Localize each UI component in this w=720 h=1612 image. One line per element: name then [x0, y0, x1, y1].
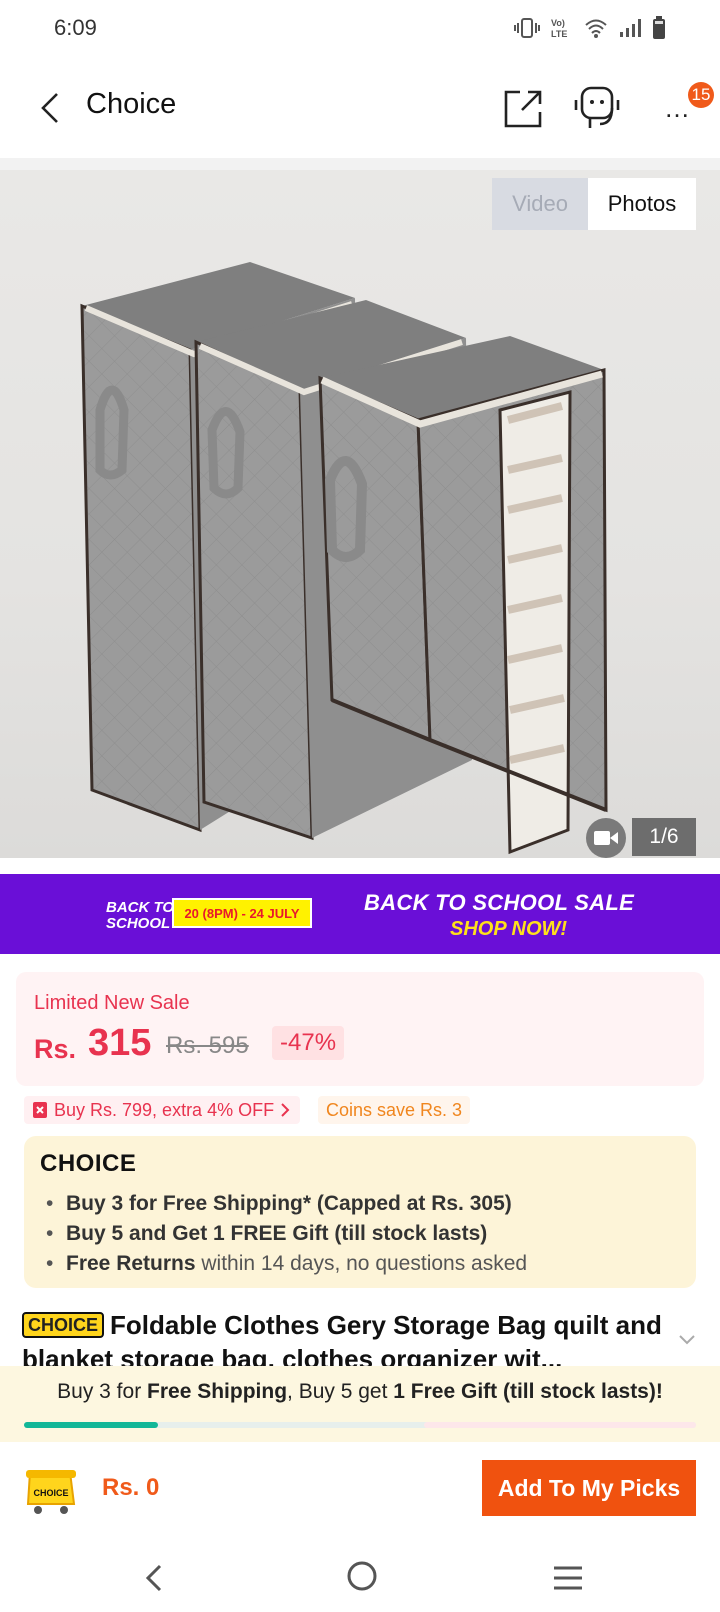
promo-banner[interactable]: BACK TO SCHOOL 20 (8PM) - 24 JULY BACK T… [0, 874, 720, 954]
extra-discount-text: Buy Rs. 799, extra 4% OFF [54, 1099, 275, 1120]
add-to-picks-button[interactable]: Add To My Picks [482, 1460, 696, 1516]
product-image-gallery[interactable]: Video Photos 1/6 [0, 170, 720, 858]
tab-photos[interactable]: Photos [588, 178, 696, 230]
media-toggle: Video Photos [492, 178, 696, 230]
promo-cta: SHOP NOW! [450, 918, 568, 940]
progress-gift-segment [424, 1422, 696, 1428]
promo-title: BACK TO SCHOOL SALE [364, 890, 635, 915]
sale-label: Limited New Sale [34, 992, 190, 1014]
signal-icon [620, 19, 641, 37]
share-button[interactable] [502, 86, 546, 130]
play-video-button[interactable] [586, 818, 626, 858]
choice-cart-button[interactable]: CHOICE [24, 1466, 78, 1516]
promo-logo-line1: BACK TO [106, 899, 175, 916]
choice-benefits-card: CHOICE • Buy 3 for Free Shipping* (Capped… [24, 1136, 696, 1288]
tab-video[interactable]: Video [492, 178, 588, 230]
status-bar: 6:09 Vo) LTE [0, 0, 720, 56]
nav-home-icon [347, 1561, 377, 1591]
progress-fill [24, 1422, 159, 1428]
product-photo [80, 262, 608, 855]
shipping-progress-bar [24, 1422, 696, 1428]
benefit-item: • Buy 3 for Free Shipping* (Capped at Rs.… [46, 1192, 512, 1215]
product-title[interactable]: CHOICE Foldable Clothes Gery Storage Bag … [22, 1308, 682, 1368]
promo-dates: 20 (8PM) - 24 JULY [172, 898, 312, 928]
shipping-message: Buy 3 for Free Shipping, Buy 5 get 1 Fre… [0, 1380, 720, 1404]
benefit-item: • Free Returns within 14 days, no questio… [46, 1252, 528, 1275]
cart-total: Rs. 0 [102, 1474, 160, 1501]
benefit-text: Buy 3 for Free Shipping* (Capped at Rs. … [66, 1192, 512, 1215]
svg-text:Vo): Vo) [551, 18, 565, 28]
cart-label: CHOICE [33, 1488, 68, 1498]
app-header: Choice … 15 [0, 72, 720, 144]
promo-logo: BACK TO SCHOOL [106, 900, 174, 932]
image-counter: 1/6 [632, 818, 696, 856]
wifi-icon [585, 19, 607, 38]
coupon-icon [33, 1102, 47, 1118]
promo-logo-line2: SCHOOL [106, 915, 171, 932]
chevron-left-icon [41, 93, 58, 123]
nav-menu-icon [554, 1566, 582, 1590]
nav-back-button[interactable] [136, 1558, 176, 1598]
price-current: 315 [88, 1022, 152, 1064]
shipping-text: Buy 3 for [57, 1380, 148, 1403]
coins-tag: Coins save Rs. 3 [318, 1096, 471, 1124]
chevron-right-icon [281, 1103, 290, 1117]
price-currency: Rs. [34, 1034, 77, 1064]
benefit-item: • Buy 5 and Get 1 FREE Gift (till stock l… [46, 1222, 488, 1245]
price-original: Rs. 595 [166, 1032, 249, 1059]
price-card: Limited New Sale Rs. 315 Rs. 595 -47% [16, 972, 704, 1086]
benefit-bold: Free Returns [66, 1252, 196, 1275]
shipping-highlight: Free Shipping [147, 1380, 288, 1403]
battery-icon [653, 16, 665, 39]
shipping-progress-strip: Buy 3 for Free Shipping, Buy 5 get 1 Fre… [0, 1366, 720, 1442]
system-nav-bar [0, 1544, 720, 1612]
back-button[interactable] [30, 88, 70, 128]
cart-icon: CHOICE [26, 1470, 76, 1514]
robot-support-icon [574, 86, 620, 128]
choice-badge: CHOICE [22, 1312, 105, 1338]
video-camera-icon [594, 831, 618, 845]
nav-back-icon [145, 1564, 162, 1592]
shipping-text: , Buy 5 get [287, 1380, 394, 1403]
vibrate-icon [514, 18, 540, 38]
page-title: Choice [86, 88, 177, 120]
status-icons: Vo) LTE [514, 16, 666, 40]
customer-service-button[interactable] [572, 84, 624, 132]
chevron-down-icon[interactable] [678, 1334, 696, 1346]
nav-recents-button[interactable] [548, 1558, 588, 1598]
bottom-action-bar: CHOICE Rs. 0 Add To My Picks [0, 1444, 720, 1536]
choice-logo: CHOICE [40, 1150, 137, 1177]
gift-highlight: 1 Free Gift (till stock lasts)! [393, 1380, 663, 1403]
share-icon [504, 90, 542, 128]
status-time: 6:09 [54, 15, 97, 40]
nav-home-button[interactable] [342, 1556, 382, 1596]
benefit-text: Buy 5 and Get 1 FREE Gift (till stock la… [66, 1222, 488, 1245]
header-divider [0, 158, 720, 170]
product-title-text: Foldable Clothes Gery Storage Bag quilt … [22, 1310, 662, 1368]
svg-text:LTE: LTE [551, 29, 567, 39]
extra-discount-tag[interactable]: Buy Rs. 799, extra 4% OFF [24, 1096, 301, 1124]
volte-icon: Vo)LTE [551, 18, 567, 39]
benefit-text: within 14 days, no questions asked [195, 1252, 528, 1275]
discount-badge: -47% [272, 1026, 345, 1060]
notification-badge: 15 [688, 82, 714, 108]
